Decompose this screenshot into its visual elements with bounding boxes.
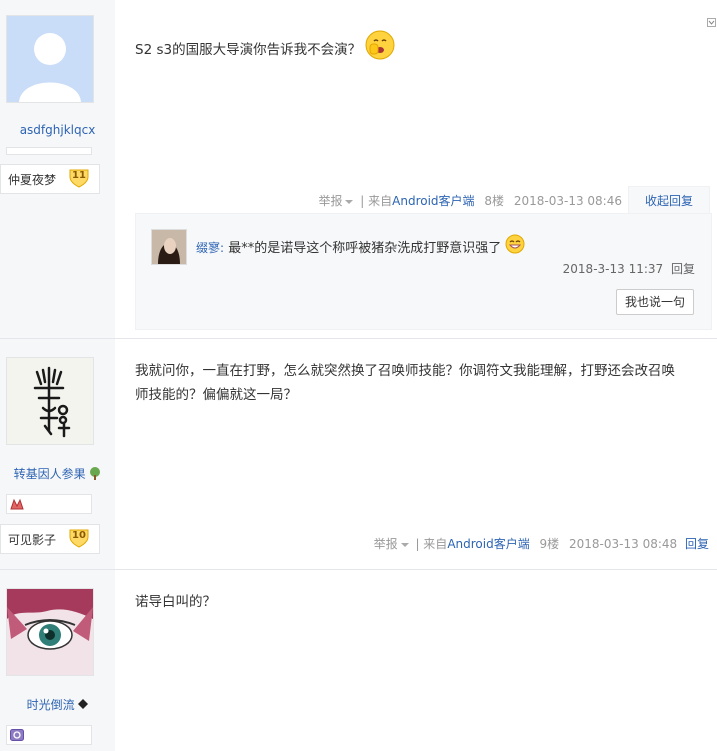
post-content: 我就问你，一直在打野，怎么就突然换了召唤师技能？你调符文我能理解，打野还会改召唤… bbox=[115, 339, 717, 569]
post-time: 2018-03-13 08:48 bbox=[569, 537, 678, 551]
reply-action[interactable]: 回复 bbox=[671, 262, 695, 276]
reply-box: 缀寥: 最**的是诺导这个称呼被猪杂洗成打野意识强了 2018-3-13 11:… bbox=[135, 213, 712, 330]
user-sidebar: 时光倒流 bbox=[0, 570, 115, 751]
post-floor-8: asdfghjklqcx 仲夏夜梦 11 S2 s3的国服大导演你告诉我不会演？… bbox=[0, 0, 717, 339]
report-link[interactable]: 举报 bbox=[374, 537, 398, 551]
anime-avatar-image bbox=[7, 589, 93, 675]
tree-icon bbox=[90, 467, 101, 480]
diamond-icon bbox=[78, 699, 89, 709]
post-text: S2 s3的国服大导演你告诉我不会演？ bbox=[135, 42, 362, 58]
source-link[interactable]: Android客户端 bbox=[392, 194, 474, 208]
username-row: 转基因人参果 bbox=[0, 465, 115, 482]
username[interactable]: 时光倒流 bbox=[27, 698, 75, 712]
level-badge[interactable]: 可见影子 10 bbox=[0, 524, 100, 554]
badge-bar bbox=[6, 147, 92, 155]
avatar[interactable] bbox=[6, 15, 94, 103]
badge-icon bbox=[10, 498, 24, 510]
reply-button[interactable]: 回复 bbox=[685, 537, 709, 551]
level-name: 仲夏夜梦 bbox=[8, 173, 57, 187]
reply-time: 2018-3-13 11:37 bbox=[562, 262, 664, 276]
chevron-down-icon[interactable] bbox=[345, 199, 354, 204]
post-text-line: 我就问你，一直在打野，怎么就突然换了召唤师技能？你调符文我能理解，打野还会改召唤 bbox=[135, 363, 675, 379]
badge-bar bbox=[6, 725, 92, 745]
level-number: 11 bbox=[72, 170, 86, 181]
post-text-line: 师技能的？偏偏就这一局？ bbox=[135, 387, 297, 403]
badge-icon bbox=[10, 729, 24, 741]
glyph-avatar-image bbox=[7, 358, 93, 444]
emoji-shy-icon bbox=[365, 30, 395, 60]
badge-bar bbox=[6, 494, 92, 514]
avatar[interactable] bbox=[6, 357, 94, 445]
reply-avatar-image bbox=[152, 230, 186, 264]
reply-avatar[interactable] bbox=[151, 229, 187, 265]
floor-number: 9楼 bbox=[539, 537, 560, 551]
report-link[interactable]: 举报 bbox=[318, 194, 342, 208]
level-badge[interactable]: 仲夏夜梦 11 bbox=[0, 164, 100, 194]
default-avatar-icon bbox=[7, 16, 93, 102]
reply-line: 缀寥: 最**的是诺导这个称呼被猪杂洗成打野意识强了 bbox=[196, 234, 525, 256]
post-content: 诺导白叫的？ bbox=[115, 570, 717, 751]
post-floor-10: 时光倒流 诺导白叫的？ bbox=[0, 570, 717, 751]
username[interactable]: asdfghjklqcx bbox=[0, 123, 115, 137]
post-body: 诺导白叫的？ bbox=[135, 590, 216, 614]
post-content: S2 s3的国服大导演你告诉我不会演？ 举报 | 来自Android客户端 8楼… bbox=[115, 0, 717, 338]
user-sidebar: asdfghjklqcx 仲夏夜梦 11 bbox=[0, 0, 115, 338]
source-prefix: | 来自 bbox=[415, 537, 448, 551]
post-body: S2 s3的国服大导演你告诉我不会演？ bbox=[135, 30, 395, 62]
post-text: 诺导白叫的？ bbox=[135, 594, 216, 610]
username-row: 时光倒流 bbox=[0, 696, 115, 713]
collapse-icon[interactable] bbox=[707, 18, 716, 27]
username[interactable]: 转基因人参果 bbox=[14, 467, 86, 481]
level-number: 10 bbox=[72, 530, 86, 541]
chevron-down-icon[interactable] bbox=[400, 542, 409, 547]
post-floor-9: 转基因人参果 可见影子 10 我就问你，一直在打野，怎么就突然换了召唤师技能？你… bbox=[0, 339, 717, 570]
user-sidebar: 转基因人参果 可见影子 10 bbox=[0, 339, 115, 569]
post-meta: 举报 | 来自Android客户端 9楼 2018-03-13 08:48 回复 bbox=[374, 535, 709, 552]
source-prefix: | 来自 bbox=[360, 194, 393, 208]
floor-number: 8楼 bbox=[484, 194, 505, 208]
reply-username[interactable]: 缀寥: bbox=[196, 241, 224, 255]
collapse-replies-button[interactable]: 收起回复 bbox=[645, 194, 693, 208]
avatar[interactable] bbox=[6, 588, 94, 676]
emoji-grin-icon bbox=[505, 234, 525, 254]
post-meta: 举报 | 来自Android客户端 8楼 2018-03-13 08:46 bbox=[318, 192, 622, 209]
reply-text: 最**的是诺导这个称呼被猪杂洗成打野意识强了 bbox=[228, 241, 502, 256]
reply-meta: 2018-3-13 11:37 回复 bbox=[563, 260, 695, 277]
say-something-button[interactable]: 我也说一句 bbox=[616, 289, 694, 315]
post-body: 我就问你，一直在打野，怎么就突然换了召唤师技能？你调符文我能理解，打野还会改召唤… bbox=[135, 359, 705, 407]
source-link[interactable]: Android客户端 bbox=[447, 537, 529, 551]
collapse-replies-tab[interactable]: 收起回复 bbox=[628, 186, 710, 215]
post-time: 2018-03-13 08:46 bbox=[513, 194, 622, 208]
level-name: 可见影子 bbox=[8, 533, 57, 547]
